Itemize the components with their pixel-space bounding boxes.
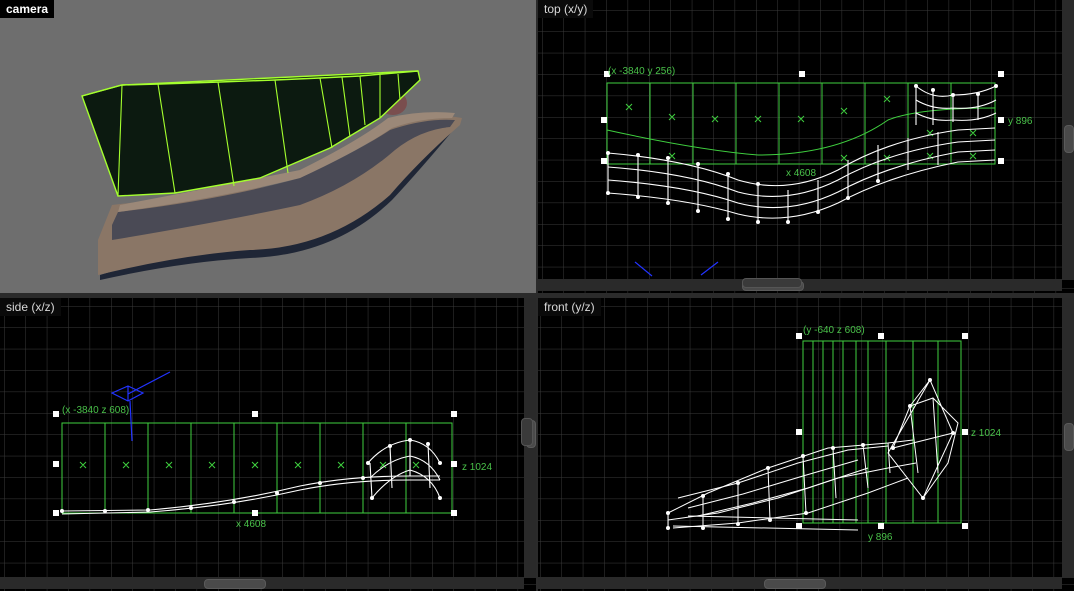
front-vertical-scrollbar[interactable] — [1062, 298, 1074, 578]
viewport-title-side: side (x/z) — [0, 298, 61, 316]
front-grid: (y -640 z 608) y 896 z 1024 — [538, 298, 1074, 591]
top-viewport[interactable]: (x -3840 y 256) x 4608 y 896 top (x/y) — [538, 0, 1074, 293]
front-width-label: y 896 — [868, 532, 893, 543]
top-width-label: x 4608 — [786, 168, 816, 179]
front-horizontal-scrollbar[interactable] — [538, 577, 1062, 589]
camera-viewport[interactable]: camera — [0, 0, 536, 293]
front-vertical-scroll-thumb[interactable] — [1064, 423, 1074, 451]
top-height-label: y 896 — [1008, 116, 1033, 127]
horizontal-splitter[interactable] — [0, 293, 1074, 298]
splitter-grip-bottom-icon[interactable] — [742, 278, 802, 288]
front-viewport[interactable]: (y -640 z 608) y 896 z 1024 front (y/z) — [538, 298, 1074, 591]
side-viewport[interactable]: (x -3840 z 608) x 4608 z 1024 side (x/z) — [0, 298, 536, 591]
top-vertical-scrollbar[interactable] — [1062, 0, 1074, 280]
front-height-label: z 1024 — [971, 428, 1001, 439]
viewport-title-front: front (y/z) — [538, 298, 601, 316]
front-horizontal-scroll-thumb[interactable] — [764, 579, 826, 589]
side-horizontal-scrollbar[interactable] — [0, 577, 524, 589]
top-origin-label: (x -3840 y 256) — [608, 66, 675, 77]
splitter-grip-left-icon[interactable] — [521, 418, 533, 446]
side-horizontal-scroll-thumb[interactable] — [204, 579, 266, 589]
side-width-label: x 4608 — [236, 519, 266, 530]
top-vertical-scroll-thumb[interactable] — [1064, 125, 1074, 153]
camera-3d-scene — [81, 70, 462, 280]
viewport-title-top: top (x/y) — [538, 0, 594, 18]
side-origin-label: (x -3840 z 608) — [62, 405, 129, 416]
side-height-label: z 1024 — [462, 462, 492, 473]
top-grid: (x -3840 y 256) x 4608 y 896 — [538, 0, 1074, 293]
viewport-title-camera: camera — [0, 0, 55, 18]
front-origin-label: (y -640 z 608) — [803, 325, 865, 336]
side-grid: (x -3840 z 608) x 4608 z 1024 — [0, 298, 536, 591]
